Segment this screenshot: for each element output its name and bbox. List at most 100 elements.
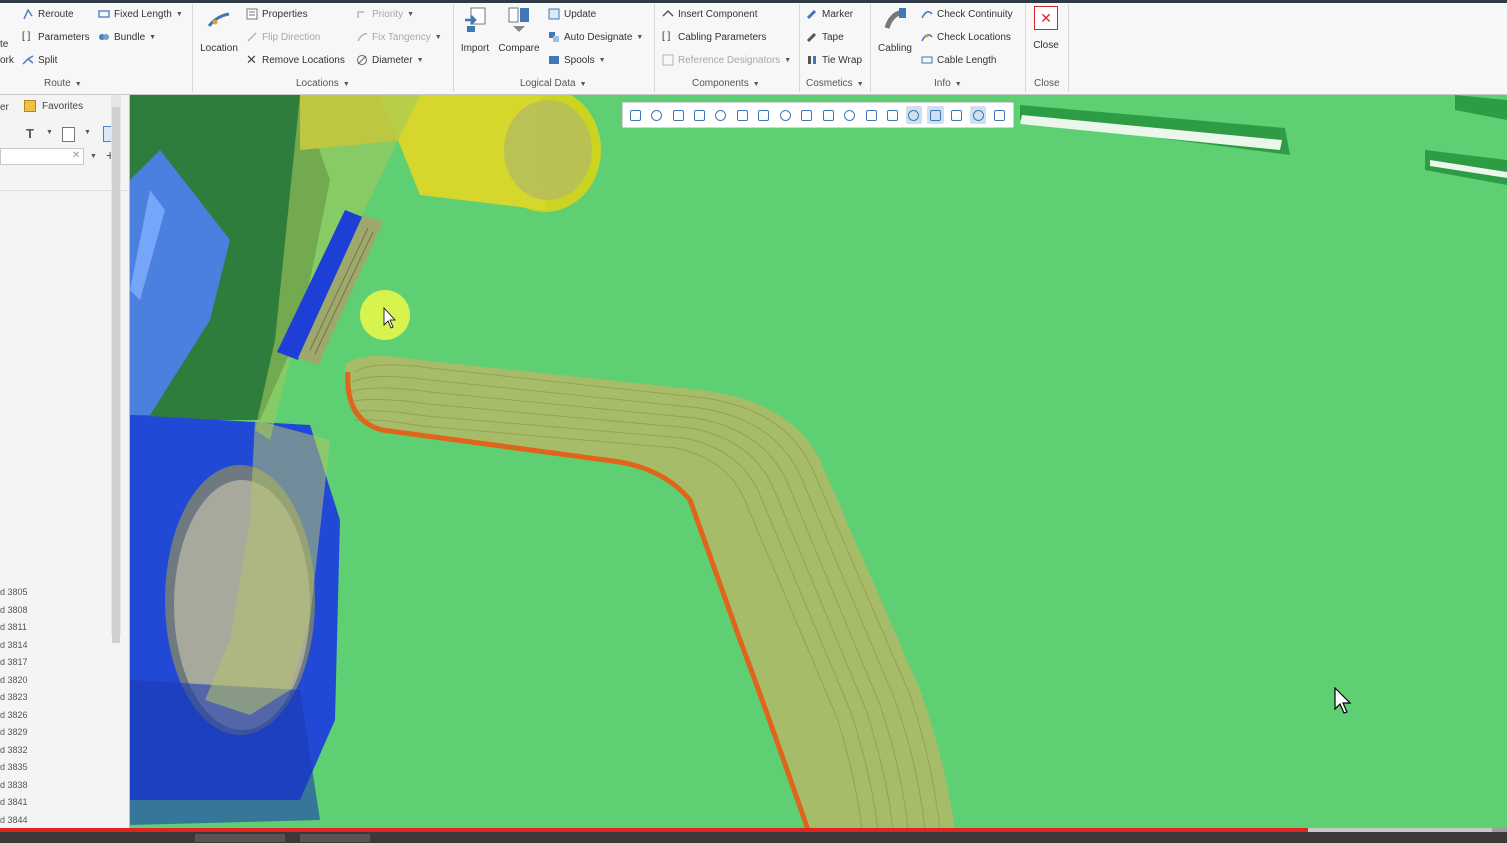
logical-data-group-label[interactable]: Logical Data ▼ [520,78,587,89]
axis-display-icon[interactable] [820,106,836,124]
perspective-icon[interactable] [713,106,729,124]
locations-group-label[interactable]: Locations ▼ [296,78,350,89]
cabling-parameters-button[interactable]: [ ] Cabling Parameters [662,29,766,45]
tree-filter-icon[interactable]: T [26,126,34,141]
check-continuity-button[interactable]: Check Continuity [921,6,1013,22]
tree-item[interactable]: d 3826 [0,710,28,720]
close-group-label: Close [1034,78,1060,89]
saved-orientations-icon[interactable] [734,106,750,124]
fix-tangency-icon [357,33,368,42]
chevron-down-icon[interactable]: ▼ [149,34,156,41]
update-button[interactable]: Update [548,6,596,22]
panel-tab-partial[interactable]: er [0,102,9,113]
tree-item[interactable]: d 3820 [0,675,28,685]
marker-button[interactable]: Marker [806,6,853,22]
chevron-down-icon[interactable]: ▼ [407,11,414,18]
properties-button[interactable]: Properties [246,6,308,22]
repaint-icon[interactable] [691,106,707,124]
spin-center-icon[interactable] [905,106,923,124]
chevron-down-icon[interactable]: ▼ [90,153,97,160]
route-partial-label-2: ork [0,54,14,66]
clear-search-icon[interactable]: ✕ [72,150,80,161]
brackets-icon: [ ] [22,31,31,42]
graphics-view-toolbar [622,102,1014,128]
split-button[interactable]: Split [22,52,57,68]
tree-item[interactable]: d 3829 [0,727,28,737]
tree-item[interactable]: d 3814 [0,640,28,650]
parameters-button[interactable]: [ ] Parameters [22,29,90,45]
graphics-viewport[interactable] [130,95,1507,830]
cosmetics-group-label[interactable]: Cosmetics ▼ [806,78,864,89]
import-button[interactable]: Import [453,6,497,54]
chevron-down-icon[interactable]: ▼ [636,34,643,41]
plane-display-icon[interactable] [799,106,815,124]
info-group-label[interactable]: Info ▼ [934,78,962,89]
status-segment [195,834,285,842]
reroute-icon [23,8,33,20]
sketch-view-icon[interactable] [927,106,944,124]
location-display-icon[interactable] [991,106,1007,124]
tape-button[interactable]: Tape [806,29,844,45]
priority-button[interactable]: Priority ▼ [356,6,414,22]
chevron-down-icon[interactable]: ▼ [417,57,424,64]
zoom-in-icon[interactable] [648,106,664,124]
compare-button[interactable]: Compare [497,6,541,54]
cabling-button[interactable]: Cabling [873,6,917,54]
chevron-down-icon[interactable]: ▼ [176,11,183,18]
csys-display-icon[interactable] [863,106,879,124]
close-x-icon: ✕ [246,52,257,67]
reroute-button[interactable]: Reroute [22,6,74,22]
tree-item[interactable]: d 3805 [0,587,28,597]
refit-icon[interactable] [627,106,643,124]
cable-display-icon[interactable] [970,106,987,124]
chevron-down-icon[interactable]: ▼ [84,129,91,136]
bundle-button[interactable]: Bundle ▼ [98,29,156,45]
zoom-out-icon[interactable] [670,106,686,124]
chevron-down-icon[interactable]: ▼ [599,57,606,64]
display-style-icon[interactable] [777,106,793,124]
components-group-label[interactable]: Components ▼ [692,78,760,89]
chevron-down-icon[interactable]: ▼ [435,34,442,41]
favorites-tab[interactable]: Favorites [24,100,83,112]
view-manager-icon[interactable] [756,106,772,124]
tree-item[interactable]: d 3808 [0,605,28,615]
group-separator [799,4,800,92]
show-menu-icon[interactable] [62,127,75,142]
point-display-icon[interactable] [841,106,857,124]
group-separator [654,4,655,92]
tree-item[interactable]: d 3832 [0,745,28,755]
yellow-cylinder-bore [504,100,592,200]
fixed-length-button[interactable]: Fixed Length ▼ [98,6,183,22]
chevron-down-icon[interactable]: ▼ [46,129,53,136]
flip-direction-button[interactable]: Flip Direction [246,29,320,45]
route-group-label[interactable]: Route ▼ [44,78,82,89]
diameter-button[interactable]: Diameter ▼ [356,52,424,68]
scrollbar-thumb[interactable] [112,107,120,643]
fix-tangency-button[interactable]: Fix Tangency ▼ [356,29,442,45]
tree-item[interactable]: d 3835 [0,762,28,772]
tangent-display-icon[interactable] [949,106,965,124]
tree-item[interactable]: d 3844 [0,815,28,825]
tie-wrap-button[interactable]: Tie Wrap [806,52,862,68]
tree-scrollbar[interactable] [111,95,121,643]
status-segment [300,834,370,842]
location-button[interactable]: Location [197,6,241,54]
group-separator [870,4,871,92]
check-locations-button[interactable]: Check Locations [921,29,1011,45]
spools-button[interactable]: Spools ▼ [548,52,606,68]
tree-item[interactable]: d 3823 [0,692,28,702]
reference-designators-button[interactable]: Reference Designators ▼ [662,52,791,68]
tree-item[interactable]: d 3841 [0,797,28,807]
close-button[interactable]: ✕ Close [1024,6,1068,51]
tree-item[interactable]: d 3811 [0,622,27,632]
model-scene[interactable] [130,95,1507,830]
ribbon: te ork Reroute [ ] Parameters Split Fixe… [0,0,1507,95]
insert-component-button[interactable]: Insert Component [662,6,758,22]
auto-designate-button[interactable]: Auto Designate ▼ [548,29,643,45]
tree-item[interactable]: d 3817 [0,657,28,667]
tree-item[interactable]: d 3838 [0,780,28,790]
remove-locations-button[interactable]: ✕ Remove Locations [246,52,345,68]
cable-length-button[interactable]: Cable Length [921,52,997,68]
annotation-display-icon[interactable] [884,106,900,124]
chevron-down-icon[interactable]: ▼ [784,57,791,64]
